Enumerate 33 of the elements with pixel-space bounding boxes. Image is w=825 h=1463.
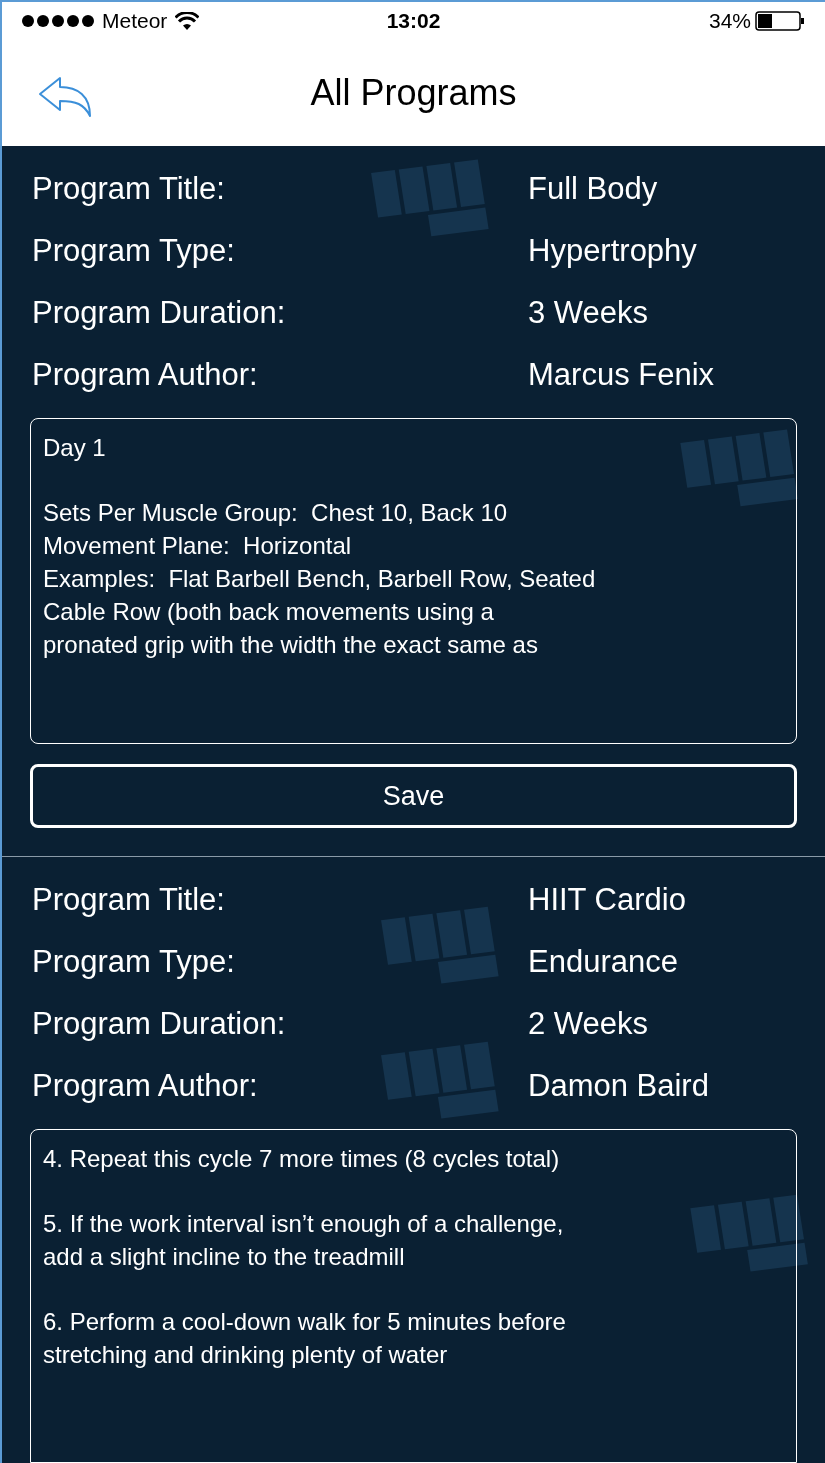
carrier-name: Meteor: [102, 8, 168, 35]
field-label: Program Title:: [32, 880, 225, 919]
field-value: 3 Weeks: [528, 293, 649, 332]
back-button[interactable]: [38, 76, 94, 118]
notes-text: Day 1: [43, 433, 106, 463]
back-arrow-icon: [38, 76, 94, 118]
field-label: Program Title:: [32, 169, 225, 208]
wifi-icon: [175, 12, 200, 30]
notes-text: Sets Per Muscle Group: Chest 10, Back 10 Movement Plane: Horizontal Examples: Flat Barbell Bench, Barbell Row, Seated Cable Row (both back movements using a pronated grip with the width the exact same as: [43, 498, 596, 660]
save-button[interactable]: Save: [30, 764, 797, 828]
field-label: Program Author:: [32, 1066, 258, 1105]
notes-box[interactable]: [30, 1129, 797, 1463]
field-label: Program Type:: [32, 942, 235, 981]
signal-icon: [22, 15, 94, 27]
field-value: Marcus Fenix: [528, 355, 715, 394]
battery-percent: 34%: [708, 8, 751, 35]
field-label: Program Duration:: [32, 293, 286, 332]
notes-text: 4. Repeat this cycle 7 more times (8 cycles total): [43, 1144, 560, 1174]
field-label: Program Duration:: [32, 1004, 286, 1043]
field-value: HIIT Cardio: [528, 880, 686, 919]
field-value: Damon Baird: [528, 1066, 709, 1105]
field-value: 2 Weeks: [528, 1004, 649, 1043]
field-value: Hypertrophy: [528, 231, 697, 270]
notes-text: 6. Perform a cool-down walk for 5 minutes before stretching and drinking plenty of water: [43, 1307, 566, 1370]
field-label: Program Author:: [32, 355, 258, 394]
notes-box[interactable]: [30, 418, 797, 744]
page-title: All Programs: [310, 71, 517, 115]
field-value: Full Body: [528, 169, 658, 208]
status-time: 13:02: [386, 8, 441, 35]
field-value: Endurance: [528, 942, 678, 981]
field-label: Program Type:: [32, 231, 235, 270]
battery-icon: [755, 11, 805, 31]
notes-text: 5. If the work interval isn’t enough of a challenge, add a slight incline to the treadmill: [43, 1209, 564, 1272]
